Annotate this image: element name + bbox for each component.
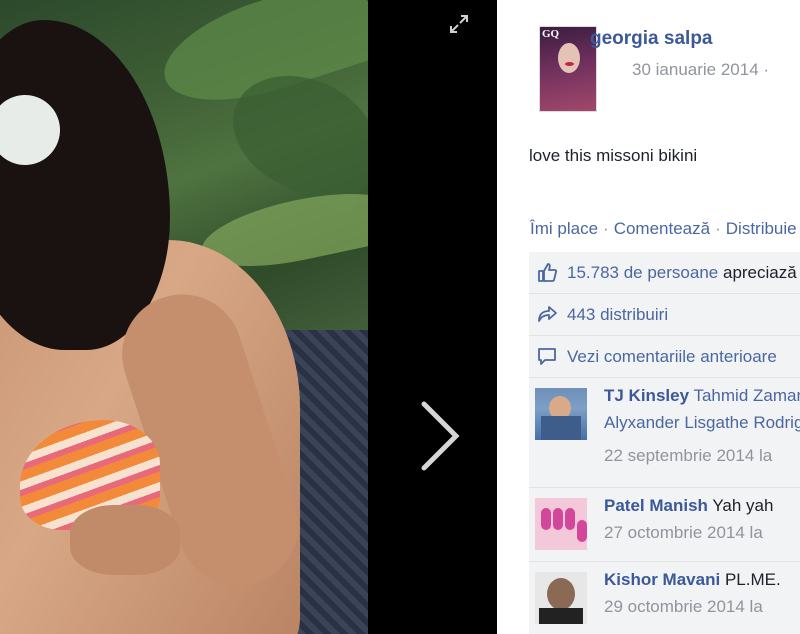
expand-icon[interactable] <box>447 12 471 36</box>
photo-viewer <box>0 0 497 634</box>
comment-meta: 22 septembrie 2014 la <box>604 442 772 469</box>
chevron-right-icon <box>421 401 460 471</box>
comment-text: PL.ME. <box>724 570 781 589</box>
author-avatar[interactable]: GQ <box>539 26 597 112</box>
comment-item: TJ Kinsley Tahmid Zaman Alyxander Lisgat… <box>529 378 800 488</box>
feedback-box: 15.783 de persoane apreciază asta. 443 d… <box>529 252 800 634</box>
avatar-logo: GQ <box>542 28 560 40</box>
likes-count-link[interactable]: 15.783 de persoane <box>567 263 718 282</box>
avatar-nail <box>541 508 551 530</box>
comment-text: Yah yah <box>712 496 774 515</box>
comment-bubble-icon <box>538 348 556 365</box>
commenter-name[interactable]: Patel Manish <box>604 496 708 515</box>
comment-meta: 27 octombrie 2014 la <box>604 519 763 546</box>
comment-line: Alyxander Lisgathe Rodriguez <box>604 409 800 436</box>
avatar-nail <box>565 508 575 530</box>
separator: · <box>603 219 609 238</box>
avatar-nail <box>577 520 587 542</box>
post-text: love this missoni bikini <box>529 146 698 165</box>
comment-date[interactable]: 29 octombrie 2014 la <box>604 597 763 616</box>
likes-suffix: apreciază asta. <box>722 263 800 282</box>
avatar-face <box>547 578 575 610</box>
photo-hair <box>0 20 170 350</box>
like-link[interactable]: Îmi place <box>530 219 598 238</box>
comment-line: TJ Kinsley Tahmid Zaman <box>604 382 800 409</box>
comment-text[interactable]: Tahmid Zaman <box>693 386 800 405</box>
comment-meta: 29 octombrie 2014 la <box>604 593 763 620</box>
avatar-shirt <box>539 608 583 624</box>
comment-item: Patel Manish Yah yah 27 octombrie 2014 l… <box>529 488 800 562</box>
comment-line: Patel Manish Yah yah <box>604 492 773 519</box>
comment-date[interactable]: 22 septembrie 2014 la <box>604 446 772 465</box>
comment-item: Kishor Mavani PL.ME. 29 octombrie 2014 l… <box>529 562 800 634</box>
comment-date[interactable]: 27 octombrie 2014 la <box>604 523 763 542</box>
shares-link[interactable]: 443 distribuiri <box>567 305 668 324</box>
post-actions: Îmi place · Comentează · Distribuie <box>530 219 797 239</box>
avatar-face <box>558 43 580 73</box>
post-photo[interactable] <box>0 0 368 634</box>
view-previous-comments-link[interactable]: Vezi comentariile anterioare <box>567 347 777 366</box>
view-previous-row: Vezi comentariile anterioare <box>529 336 800 378</box>
comment-text-continued[interactable]: Alyxander Lisgathe Rodriguez <box>604 413 800 432</box>
commenter-avatar[interactable] <box>535 498 587 550</box>
photo-hand <box>70 505 180 575</box>
commenter-avatar[interactable] <box>535 572 587 624</box>
thumbs-up-icon <box>538 263 558 282</box>
separator: · <box>715 219 721 238</box>
commenter-name[interactable]: TJ Kinsley <box>604 386 689 405</box>
avatar-shirt <box>541 416 581 440</box>
comment-line: Kishor Mavani PL.ME. <box>604 566 781 593</box>
comment-link[interactable]: Comentează <box>614 219 710 238</box>
next-photo-button[interactable] <box>410 390 470 480</box>
author-name[interactable]: georgia salpa <box>590 28 713 50</box>
share-link[interactable]: Distribuie <box>726 219 797 238</box>
share-icon <box>538 306 557 322</box>
shares-row: 443 distribuiri <box>529 294 800 336</box>
post-panel: GQ georgia salpa 30 ianuarie 2014 · love… <box>497 0 800 634</box>
commenter-avatar[interactable] <box>535 388 587 440</box>
avatar-nail <box>553 508 563 530</box>
likes-row: 15.783 de persoane apreciază asta. <box>529 252 800 294</box>
commenter-name[interactable]: Kishor Mavani <box>604 570 720 589</box>
avatar-lips <box>565 62 574 66</box>
post-date[interactable]: 30 ianuarie 2014 · <box>632 60 769 80</box>
expand-icon-glyph <box>450 15 468 33</box>
